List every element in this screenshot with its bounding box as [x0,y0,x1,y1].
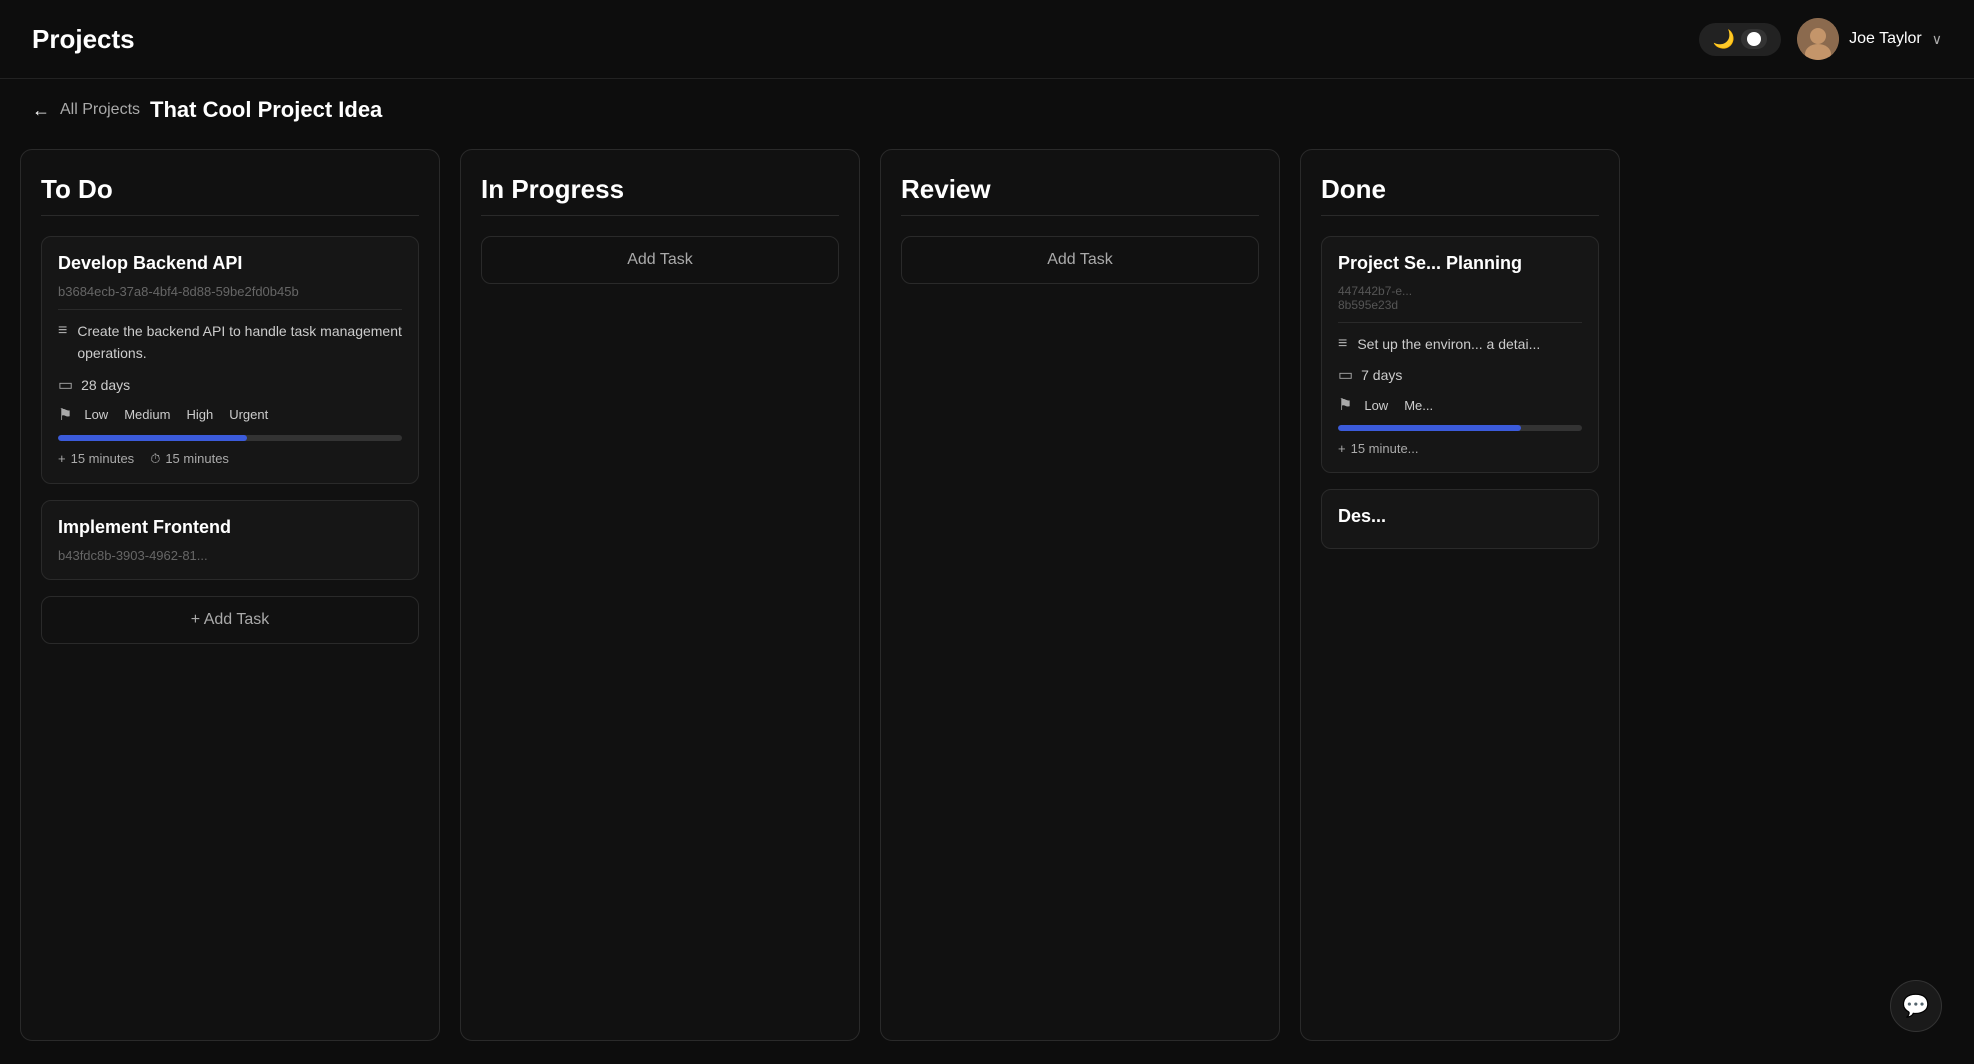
theme-toggle-button[interactable]: 🌙 [1699,23,1781,56]
time-added-text: 15 minutes [71,451,135,466]
task-days-text: 28 days [81,377,130,393]
column-header-in-progress: In Progress [481,174,839,216]
task-title: Develop Backend API [58,253,402,274]
priority-urgent[interactable]: Urgent [225,405,272,424]
add-task-button-in-progress[interactable]: Add Task [481,236,839,284]
progress-bar-container [58,435,402,441]
priority-row: ⚑ Low Medium High Urgent [58,405,402,425]
breadcrumb: ← All Projects That Cool Project Idea [0,79,1974,133]
plus-icon: + [58,451,66,466]
task-card-project-setup[interactable]: Project Se... Planning 447442b7-e...8b59… [1321,236,1599,473]
priority-low[interactable]: Low [1360,396,1392,415]
progress-bar [58,435,247,441]
priority-low[interactable]: Low [80,405,112,424]
column-done: Done Project Se... Planning 447442b7-e..… [1300,149,1620,1041]
task-days-row: ▭ 28 days [58,375,402,395]
description-icon: ≡ [58,322,67,340]
time-elapsed-text: 15 minutes [165,451,229,466]
flag-icon: ⚑ [58,405,72,425]
column-in-progress: In Progress Add Task [460,149,860,1041]
calendar-icon: ▭ [1338,365,1353,385]
priority-medium[interactable]: Me... [1400,396,1437,415]
task-description-text: Set up the environ... a detai... [1357,333,1540,355]
add-task-button-review[interactable]: Add Task [901,236,1259,284]
add-task-button-todo[interactable]: + Add Task [41,596,419,644]
task-days-row: ▭ 7 days [1338,365,1582,385]
task-footer: + 15 minute... [1338,441,1582,456]
task-days-text: 7 days [1361,367,1402,383]
kanban-board: To Do Develop Backend API b3684ecb-37a8-… [0,133,1974,1057]
priority-high[interactable]: High [182,405,217,424]
progress-bar [1338,425,1521,431]
column-header-review: Review [901,174,1259,216]
project-title: That Cool Project Idea [150,97,382,123]
task-uuid: b43fdc8b-3903-4962-81... [58,548,402,563]
plus-icon: + [1338,441,1346,456]
chat-icon: 💬 [1902,993,1929,1019]
column-header-todo: To Do [41,174,419,216]
time-elapsed-item: ⏱ 15 minutes [150,451,229,467]
column-todo: To Do Develop Backend API b3684ecb-37a8-… [20,149,440,1041]
chat-button[interactable]: 💬 [1890,980,1942,1032]
time-added-item: + 15 minutes [58,451,134,466]
time-added-item: + 15 minute... [1338,441,1419,456]
task-title: Project Se... Planning [1338,253,1582,274]
task-description-row: ≡ Create the backend API to handle task … [58,320,402,365]
task-title: Implement Frontend [58,517,402,538]
header-right: 🌙 Joe Taylor ∨ [1699,18,1942,60]
task-card-des[interactable]: Des... [1321,489,1599,549]
column-review: Review Add Task [880,149,1280,1041]
task-footer: + 15 minutes ⏱ 15 minutes [58,451,402,467]
task-description-row: ≡ Set up the environ... a detai... [1338,333,1582,355]
task-uuid: 447442b7-e...8b595e23d [1338,284,1582,312]
description-icon: ≡ [1338,335,1347,353]
back-button[interactable]: ← [32,100,50,121]
priority-medium[interactable]: Medium [120,405,174,424]
progress-bar-container [1338,425,1582,431]
column-header-done: Done [1321,174,1599,216]
task-uuid: b3684ecb-37a8-4bf4-8d88-59be2fd0b45b [58,284,402,299]
all-projects-link[interactable]: All Projects [60,101,140,119]
task-card-backend-api[interactable]: Develop Backend API b3684ecb-37a8-4bf4-8… [41,236,419,484]
avatar [1797,18,1839,60]
time-added-text: 15 minute... [1351,441,1419,456]
moon-icon: 🌙 [1713,29,1735,50]
flag-icon: ⚑ [1338,395,1352,415]
task-card-frontend[interactable]: Implement Frontend b43fdc8b-3903-4962-81… [41,500,419,580]
clock-icon: ⏱ [150,451,160,467]
task-description-text: Create the backend API to handle task ma… [77,320,402,365]
task-title: Des... [1338,506,1582,527]
priority-row: ⚑ Low Me... [1338,395,1582,415]
theme-toggle-dot [1747,32,1761,46]
chevron-down-icon: ∨ [1932,31,1942,48]
divider [1338,322,1582,323]
app-header: Projects 🌙 Joe Taylor ∨ [0,0,1974,79]
user-name: Joe Taylor [1849,30,1922,48]
app-title: Projects [32,24,135,55]
divider [58,309,402,310]
user-profile[interactable]: Joe Taylor ∨ [1797,18,1942,60]
calendar-icon: ▭ [58,375,73,395]
